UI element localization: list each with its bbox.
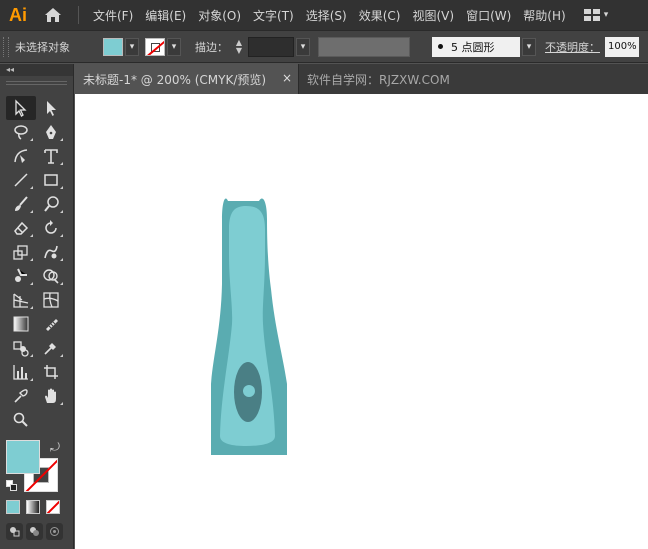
opacity-label[interactable]: 不透明度：	[545, 39, 600, 55]
menu-view[interactable]: 视图(V)	[406, 0, 460, 30]
tab-document-active[interactable]: 未标题-1* @ 200% (CMYK/预览) ×	[75, 64, 299, 94]
shape-builder-tool-icon[interactable]	[36, 264, 66, 288]
fill-color-swatch[interactable]	[103, 37, 123, 56]
graph-tool-icon[interactable]	[6, 360, 36, 384]
workspace-switcher-icon[interactable]: ▾	[583, 9, 608, 21]
color-mode-icon[interactable]	[6, 500, 20, 514]
tools-panel: ◂◂ ⤾	[0, 64, 74, 549]
stroke-dropdown-icon[interactable]: ▾	[167, 37, 181, 56]
direct-selection-tool-icon[interactable]	[36, 96, 66, 120]
tab-close-icon[interactable]: ×	[282, 71, 292, 85]
stroke-color-swatch[interactable]	[145, 37, 165, 56]
artwork-handle-shape[interactable]	[75, 94, 648, 549]
none-mode-icon[interactable]	[46, 500, 60, 514]
default-colors-icon[interactable]	[6, 480, 18, 492]
app-logo: Ai	[9, 4, 27, 25]
color-mode-row	[6, 500, 60, 514]
rectangle-tool-icon[interactable]	[36, 168, 66, 192]
fill-color-box[interactable]	[6, 440, 40, 474]
type-tool-icon[interactable]	[36, 144, 66, 168]
perspective-grid-tool-icon[interactable]	[6, 288, 36, 312]
eyedropper-tool-icon[interactable]	[36, 336, 66, 360]
blend-tool-icon[interactable]	[6, 336, 36, 360]
swap-fill-stroke-icon[interactable]: ⤾	[50, 440, 60, 455]
hand-tool-icon[interactable]	[36, 384, 66, 408]
eraser-tool-icon[interactable]	[6, 216, 36, 240]
control-bar: 未选择对象 ▾ ▾ 描边： ▲ ▼ ▾ 5 点圆形 ▾ 不透明度： 100%	[0, 30, 648, 63]
color-controls: ⤾	[6, 438, 66, 494]
rotate-tool-icon[interactable]	[36, 216, 66, 240]
fill-dropdown-icon[interactable]: ▾	[125, 37, 139, 56]
draw-normal-icon[interactable]	[6, 523, 23, 540]
brush-dot-icon	[438, 44, 443, 49]
stroke-weight-dropdown-icon[interactable]: ▾	[296, 37, 310, 56]
document-tab-bar: 未标题-1* @ 200% (CMYK/预览) × 软件自学网：RJZXW.CO…	[75, 64, 648, 94]
brush-dropdown-icon[interactable]: ▾	[522, 37, 536, 56]
warp-tool-icon[interactable]	[36, 240, 66, 264]
menu-bar: Ai 文件(F) 编辑(E) 对象(O) 文字(T) 选择(S) 效果(C) 视…	[0, 0, 648, 30]
menu-window[interactable]: 窗口(W)	[460, 0, 517, 30]
tab-watermark[interactable]: 软件自学网：RJZXW.COM	[299, 64, 450, 94]
lasso-tool-icon[interactable]	[6, 120, 36, 144]
menu-object[interactable]: 对象(O)	[192, 0, 247, 30]
variable-width-profile[interactable]	[318, 36, 410, 57]
control-bar-grip[interactable]	[3, 36, 9, 57]
selection-tool-icon[interactable]	[6, 96, 36, 120]
zoom-tool-icon[interactable]	[6, 408, 36, 432]
line-tool-icon[interactable]	[6, 168, 36, 192]
stroke-weight-spinner-icon[interactable]: ▲ ▼	[232, 37, 246, 57]
home-icon[interactable]	[36, 0, 70, 30]
menu-separator	[78, 6, 79, 24]
tab-document-title: 未标题-1* @ 200% (CMYK/预览)	[83, 72, 267, 87]
menu-edit[interactable]: 编辑(E)	[139, 0, 192, 30]
handle-grip-hole	[243, 385, 255, 397]
draw-mode-row	[6, 523, 63, 540]
draw-inside-icon[interactable]	[46, 523, 63, 540]
brush-definition-select[interactable]: 5 点圆形	[432, 36, 520, 57]
artboard-canvas[interactable]	[75, 94, 648, 549]
eyedropper-small-icon[interactable]	[6, 384, 36, 408]
artboard-tool-icon[interactable]	[36, 360, 66, 384]
menu-type[interactable]: 文字(T)	[247, 0, 300, 30]
curvature-tool-icon[interactable]	[6, 144, 36, 168]
brush-definition-value: 5 点圆形	[451, 40, 495, 54]
gradient-tool-icon[interactable]	[6, 312, 36, 336]
menu-select[interactable]: 选择(S)	[300, 0, 353, 30]
draw-behind-icon[interactable]	[26, 523, 43, 540]
menu-help[interactable]: 帮助(H)	[517, 0, 571, 30]
opacity-input[interactable]: 100%	[605, 36, 639, 57]
paintbrush-tool-icon[interactable]	[6, 192, 36, 216]
gradient-mode-icon[interactable]	[26, 500, 40, 514]
blob-brush-tool-icon[interactable]	[36, 192, 66, 216]
scale-tool-icon[interactable]	[6, 240, 36, 264]
stroke-label[interactable]: 描边：	[195, 39, 228, 55]
mesh-tool-icon[interactable]	[36, 288, 66, 312]
selection-status: 未选择对象	[15, 40, 70, 54]
stroke-weight-input[interactable]	[248, 36, 294, 57]
puppet-warp-tool-icon[interactable]	[6, 264, 36, 288]
pen-tool-icon[interactable]	[36, 120, 66, 144]
menu-file[interactable]: 文件(F)	[87, 0, 139, 30]
menu-effect[interactable]: 效果(C)	[353, 0, 407, 30]
slice-tool-icon[interactable]	[36, 312, 66, 336]
tools-panel-collapse[interactable]: ◂◂	[0, 64, 73, 76]
tools-panel-grip[interactable]	[6, 81, 67, 85]
